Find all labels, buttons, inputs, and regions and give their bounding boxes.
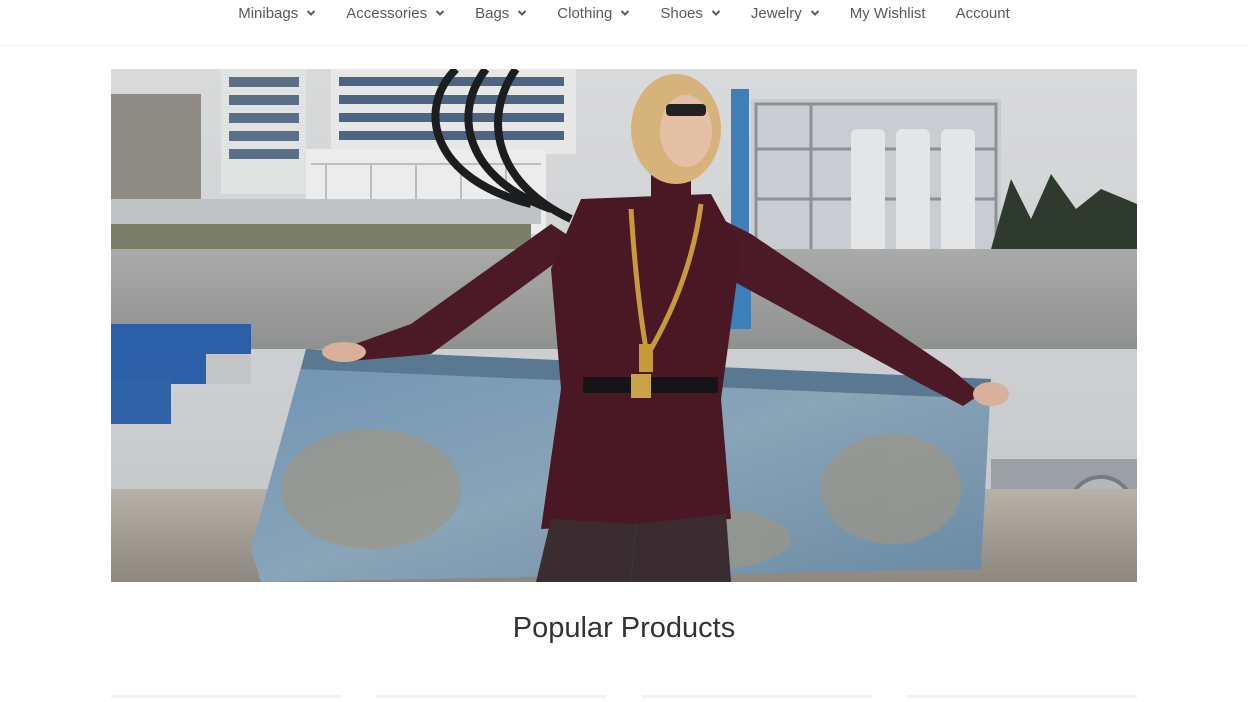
nav-item-label: Bags	[475, 4, 510, 22]
product-card[interactable]	[111, 695, 341, 702]
nav-item-bags[interactable]: Bags	[460, 3, 542, 23]
nav-item-clothing[interactable]: Clothing	[542, 3, 645, 23]
chevron-down-icon	[620, 8, 630, 18]
nav-item-label: Clothing	[557, 4, 613, 22]
nav-item-label: Account	[955, 4, 1010, 22]
hero-banner-image[interactable]	[111, 69, 1137, 582]
nav-item-jewelry[interactable]: Jewelry	[736, 3, 835, 23]
nav-item-shoes[interactable]: Shoes	[645, 3, 736, 23]
product-grid	[111, 695, 1137, 702]
chevron-down-icon	[711, 8, 721, 18]
product-card[interactable]	[906, 695, 1137, 702]
chevron-down-icon	[306, 8, 316, 18]
chevron-down-icon	[517, 8, 527, 18]
nav-item-account[interactable]: Account	[941, 3, 1025, 23]
popular-products-heading: Popular Products	[512, 612, 736, 644]
nav-item-accessories[interactable]: Accessories	[331, 3, 460, 23]
nav-item-my-wishlist[interactable]: My Wishlist	[835, 3, 941, 23]
nav-list: Minibags Accessories Bags Clothing Shoes…	[0, 3, 1248, 23]
nav-item-label: Jewelry	[750, 4, 802, 22]
nav-item-label: My Wishlist	[849, 4, 926, 22]
product-card[interactable]	[641, 695, 872, 702]
hero-photo	[111, 69, 1137, 582]
nav-item-label: Shoes	[660, 4, 703, 22]
nav-item-label: Accessories	[346, 4, 428, 22]
chevron-down-icon	[435, 8, 445, 18]
nav-item-label: Minibags	[238, 4, 299, 22]
chevron-down-icon	[810, 8, 820, 18]
page: Minibags Accessories Bags Clothing Shoes…	[0, 0, 1248, 702]
product-card[interactable]	[376, 695, 607, 702]
main-navigation: Minibags Accessories Bags Clothing Shoes…	[0, 0, 1248, 46]
nav-item-minibags[interactable]: Minibags	[223, 3, 331, 23]
